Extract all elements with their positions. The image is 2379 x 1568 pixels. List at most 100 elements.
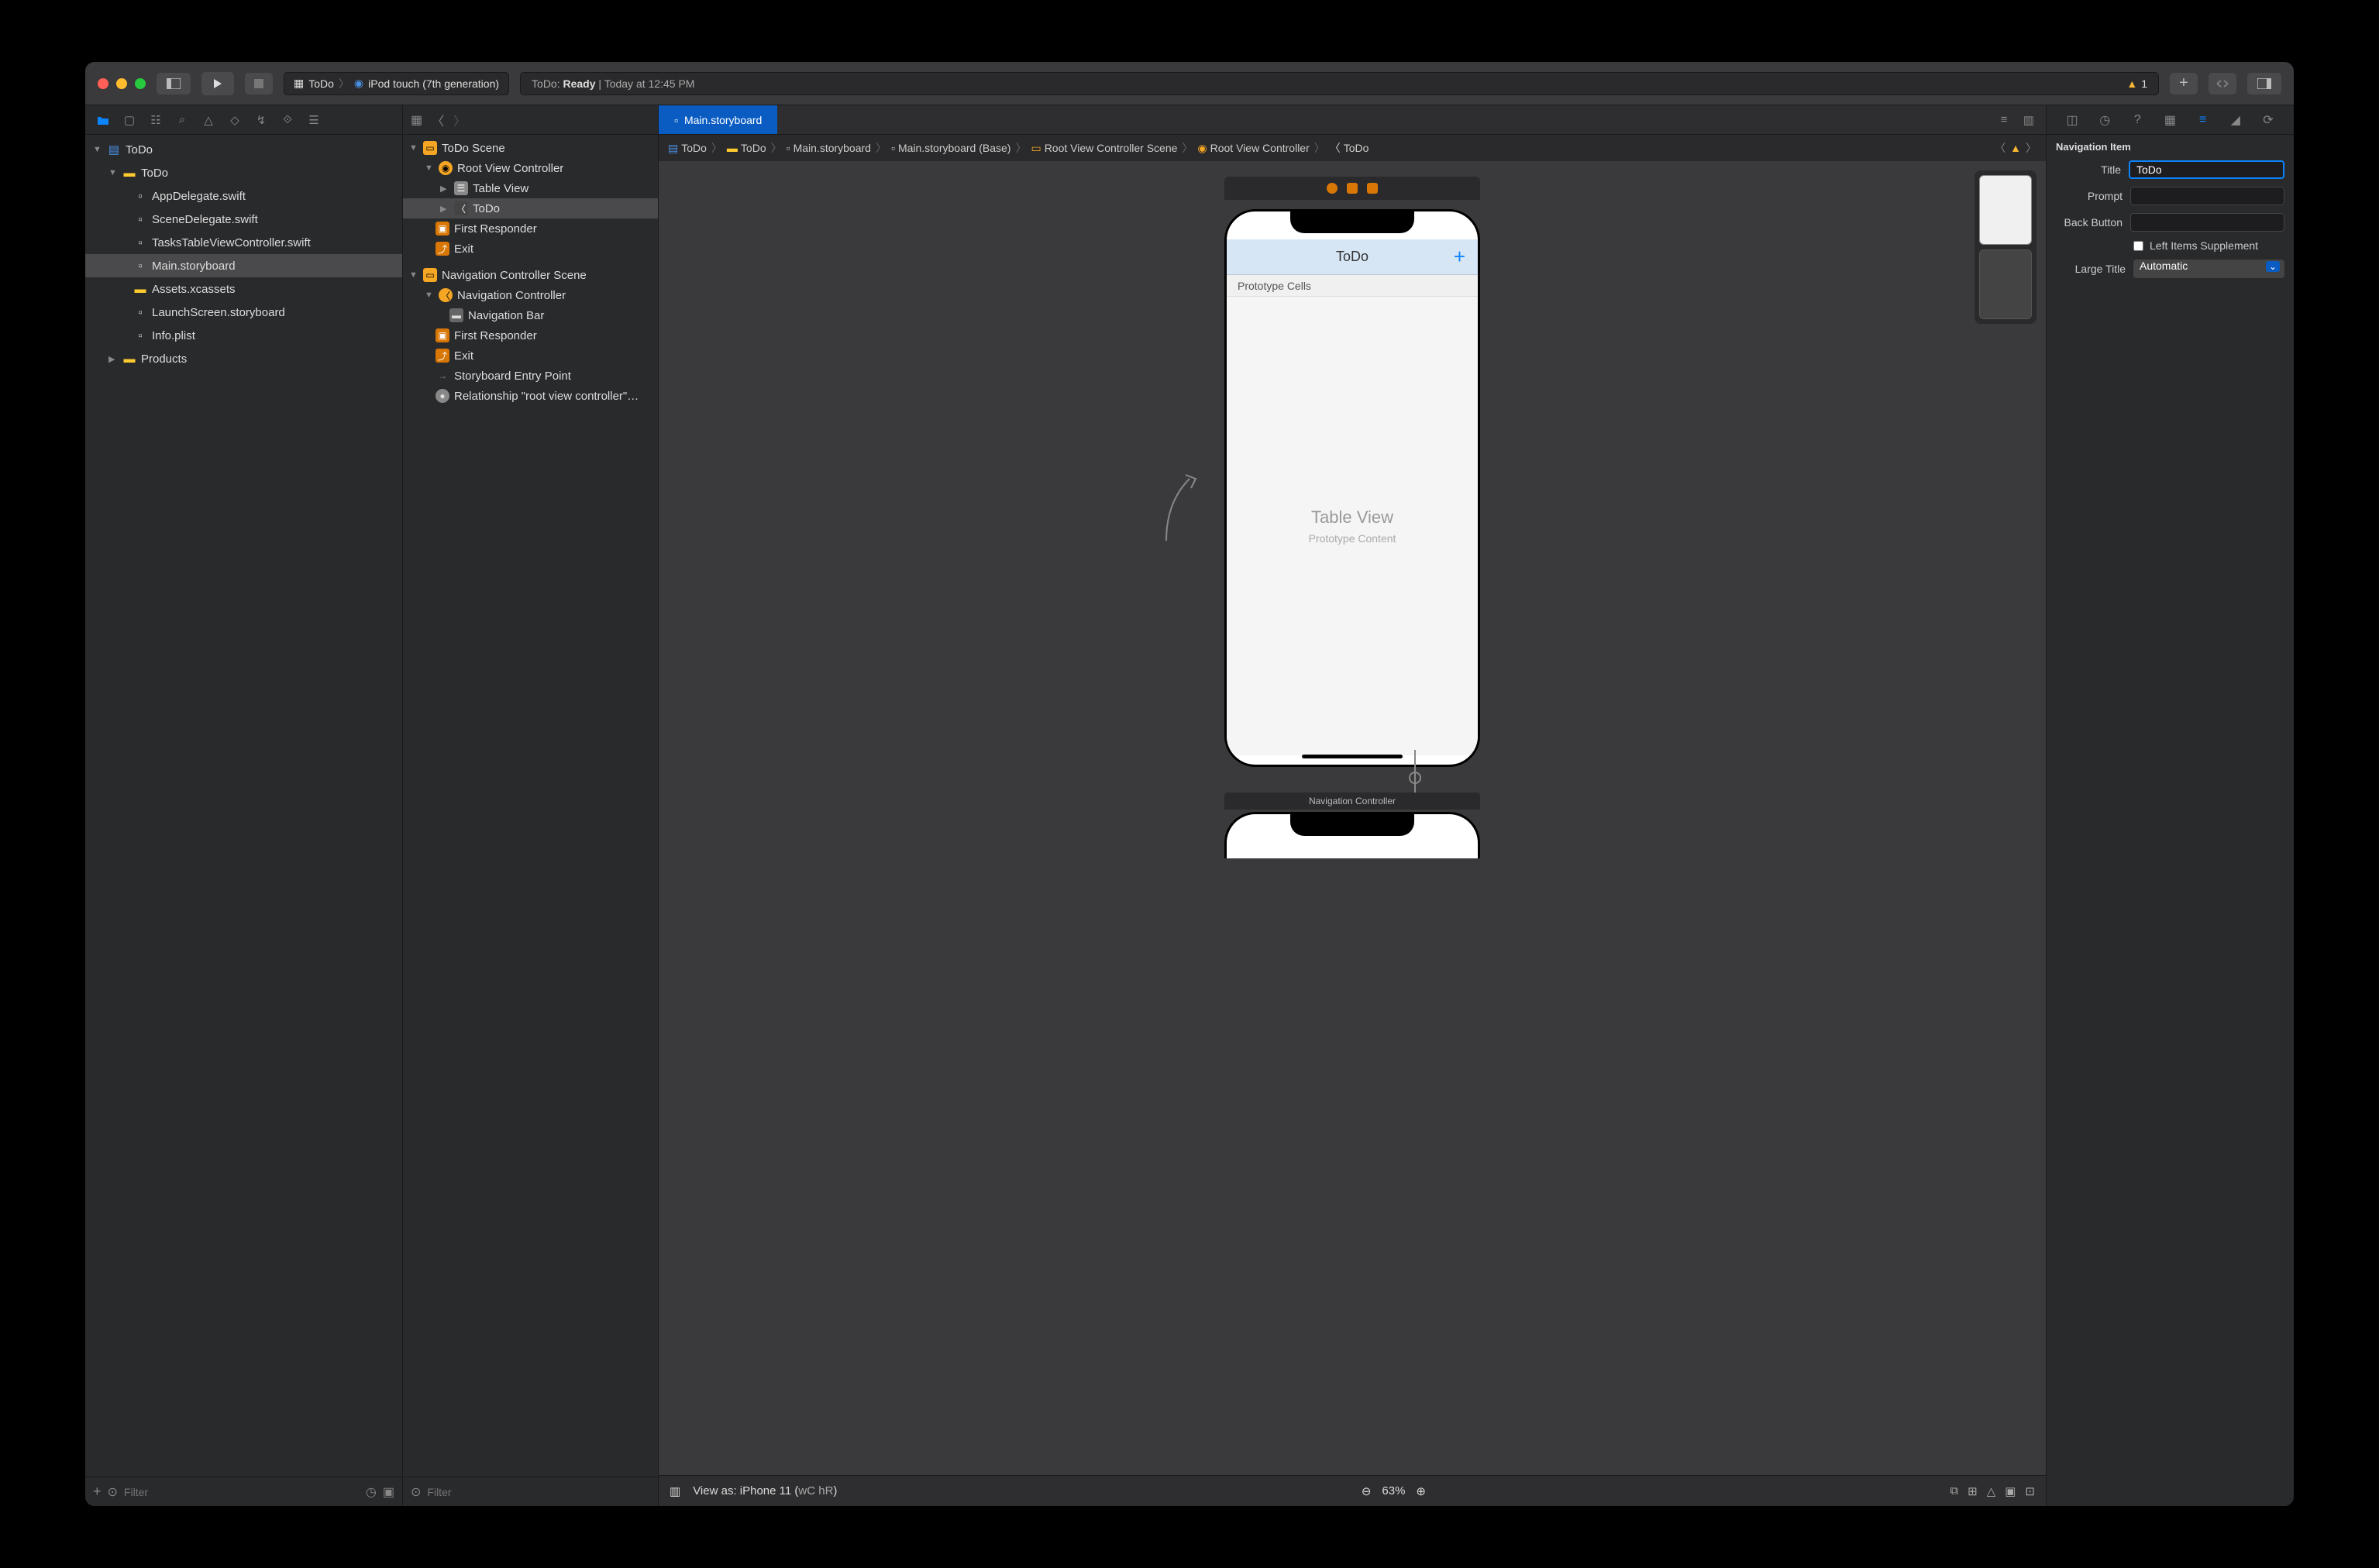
exit-dock-icon[interactable] [1367, 183, 1378, 194]
navigation-bar-preview[interactable]: ToDo + [1227, 239, 1478, 275]
file-item[interactable]: ▬ Assets.xcassets [85, 277, 402, 301]
phone-preview[interactable]: ToDo + Prototype Cells Table View Protot… [1224, 209, 1480, 767]
jump-back-icon[interactable]: 〈 [1995, 140, 2005, 156]
view-as-label[interactable]: View as: iPhone 11 (wC hR) [693, 1484, 837, 1498]
first-responder-dock-icon[interactable] [1347, 183, 1358, 194]
minimize-window-button[interactable] [116, 78, 127, 89]
jump-crumb[interactable]: ▬ ToDo [727, 142, 766, 154]
filter-input[interactable] [427, 1486, 650, 1498]
segue-relationship-icon[interactable] [1409, 772, 1421, 784]
adjust-editor-icon[interactable]: ▥ [2019, 113, 2038, 127]
help-inspector-tab[interactable]: ? [2128, 113, 2147, 127]
library-button[interactable]: + [2170, 73, 2198, 95]
relationship-row[interactable]: ● Relationship "root view controller"… [403, 386, 658, 406]
navcontroller-preview[interactable] [1224, 812, 1480, 858]
toggle-inspector-button[interactable] [2247, 73, 2281, 95]
scheme-selector[interactable]: ▦ ToDo 〉 ◉ iPod touch (7th generation) [284, 72, 509, 95]
products-folder[interactable]: ▶ ▬ Products [85, 347, 402, 370]
source-control-navigator-tab[interactable]: ▢ [118, 110, 141, 130]
storyboard-canvas[interactable]: ToDo + Prototype Cells Table View Protot… [659, 161, 2046, 1475]
add-button[interactable]: + [93, 1484, 102, 1500]
file-item[interactable]: ▫ LaunchScreen.storyboard [85, 301, 402, 324]
back-button-input[interactable] [2130, 213, 2284, 232]
identity-inspector-tab[interactable]: ▦ [2160, 112, 2179, 128]
navcontroller-scene-dock[interactable]: Navigation Controller [1224, 793, 1480, 810]
file-item[interactable]: ▫ TasksTableViewController.swift [85, 231, 402, 254]
debug-navigator-tab[interactable]: ↯ [250, 110, 273, 130]
tableview-row[interactable]: ▶ ☰ Table View [403, 178, 658, 198]
object-library-button[interactable]: ⊡ [2025, 1484, 2035, 1498]
navcontroller-row[interactable]: ▼ 〈 Navigation Controller [403, 285, 658, 305]
navbar-row[interactable]: ▬ Navigation Bar [403, 305, 658, 325]
recent-filter-icon[interactable]: ◷ [366, 1484, 377, 1500]
test-navigator-tab[interactable]: ◇ [223, 110, 246, 130]
zoom-in-button[interactable]: ⊕ [1416, 1484, 1426, 1498]
scene-row[interactable]: ▼ ▭ Navigation Controller Scene [403, 265, 658, 285]
scene-dock[interactable] [1224, 177, 1480, 200]
pin-button[interactable]: ⊞ [1968, 1484, 1978, 1498]
minimap-scene[interactable] [1979, 175, 2032, 245]
find-navigator-tab[interactable]: ⌕ [170, 110, 194, 130]
minimap-scene[interactable] [1979, 249, 2032, 319]
file-item[interactable]: ▫ SceneDelegate.swift [85, 208, 402, 231]
symbol-navigator-tab[interactable]: ☷ [144, 110, 167, 130]
close-window-button[interactable] [98, 78, 108, 89]
report-navigator-tab[interactable]: ☰ [302, 110, 325, 130]
jump-bar[interactable]: ▤ ToDo 〉 ▬ ToDo 〉 ▫ Main.storyboard 〉 ▫ … [659, 135, 2046, 161]
prompt-input[interactable] [2130, 187, 2284, 205]
project-navigator-tab[interactable] [91, 110, 115, 130]
filter-input[interactable] [124, 1486, 360, 1498]
group-folder[interactable]: ▼ ▬ ToDo [85, 161, 402, 184]
scene-row[interactable]: ▼ ▭ ToDo Scene [403, 138, 658, 158]
size-inspector-tab[interactable]: ◢ [2226, 112, 2245, 128]
related-items-icon[interactable]: ▦ [411, 112, 422, 128]
jump-crumb[interactable]: ▤ ToDo [668, 142, 707, 155]
file-item[interactable]: ▫ Info.plist [85, 324, 402, 347]
run-button[interactable] [201, 72, 234, 95]
jump-crumb[interactable]: 〈 ToDo [1330, 140, 1369, 156]
jump-crumb[interactable]: ▫ Main.storyboard [787, 142, 871, 154]
warnings-indicator[interactable]: ▲ 1 [2126, 77, 2147, 90]
title-input[interactable] [2129, 160, 2284, 179]
embed-button[interactable]: ▣ [2005, 1484, 2016, 1498]
add-bar-button[interactable]: + [1454, 245, 1465, 269]
active-document-tab[interactable]: ▫ Main.storyboard [659, 105, 777, 134]
viewcontroller-dock-icon[interactable] [1327, 183, 1338, 194]
forward-button[interactable]: 〉 [453, 111, 466, 129]
project-root[interactable]: ▼ ▤ ToDo [85, 138, 402, 161]
scm-filter-icon[interactable]: ▣ [383, 1484, 394, 1500]
resolve-issues-button[interactable]: △ [1987, 1484, 1996, 1498]
zoom-out-button[interactable]: ⊖ [1362, 1484, 1372, 1498]
back-button[interactable]: 〈 [432, 111, 444, 129]
file-item[interactable]: ▫ AppDelegate.swift [85, 184, 402, 208]
canvas-minimap[interactable] [1974, 170, 2036, 324]
jump-crumb[interactable]: ▭ Root View Controller Scene [1031, 142, 1177, 155]
table-view-preview[interactable]: Table View Prototype Content [1227, 297, 1478, 755]
large-title-select[interactable]: Automatic [2133, 260, 2284, 278]
fullscreen-window-button[interactable] [135, 78, 146, 89]
zoom-level[interactable]: 63% [1382, 1484, 1405, 1498]
connections-inspector-tab[interactable]: ⟳ [2259, 112, 2277, 128]
attributes-inspector-tab[interactable]: ≡ [2194, 113, 2212, 127]
warning-icon[interactable]: ▲ [2010, 142, 2021, 154]
stop-button[interactable] [245, 73, 273, 95]
left-items-checkbox[interactable]: Left Items Supplement [2133, 239, 2258, 252]
navitem-row-selected[interactable]: ▶ 〈 ToDo [403, 198, 658, 218]
breakpoint-navigator-tab[interactable]: ⟐ [276, 110, 299, 130]
activity-status-bar[interactable]: ToDo: Ready | Today at 12:45 PM ▲ 1 [520, 72, 2159, 95]
code-review-button[interactable] [2209, 73, 2236, 95]
align-button[interactable]: ⧉ [1950, 1484, 1958, 1498]
jump-crumb[interactable]: ▫ Main.storyboard (Base) [891, 142, 1010, 154]
viewcontroller-row[interactable]: ▼ ◉ Root View Controller [403, 158, 658, 178]
exit-row[interactable]: ⤴ Exit [403, 346, 658, 366]
first-responder-row[interactable]: ▣ First Responder [403, 325, 658, 346]
issue-navigator-tab[interactable]: △ [197, 110, 220, 130]
checkbox-input[interactable] [2133, 241, 2143, 251]
jump-crumb[interactable]: ◉ Root View Controller [1197, 142, 1309, 155]
entry-point-row[interactable]: → Storyboard Entry Point [403, 366, 658, 386]
history-inspector-tab[interactable]: ◷ [2095, 112, 2114, 128]
file-inspector-tab[interactable]: ◫ [2063, 112, 2081, 128]
first-responder-row[interactable]: ▣ First Responder [403, 218, 658, 239]
file-item-selected[interactable]: ▫ Main.storyboard [85, 254, 402, 277]
toggle-navigator-button[interactable] [157, 73, 191, 95]
